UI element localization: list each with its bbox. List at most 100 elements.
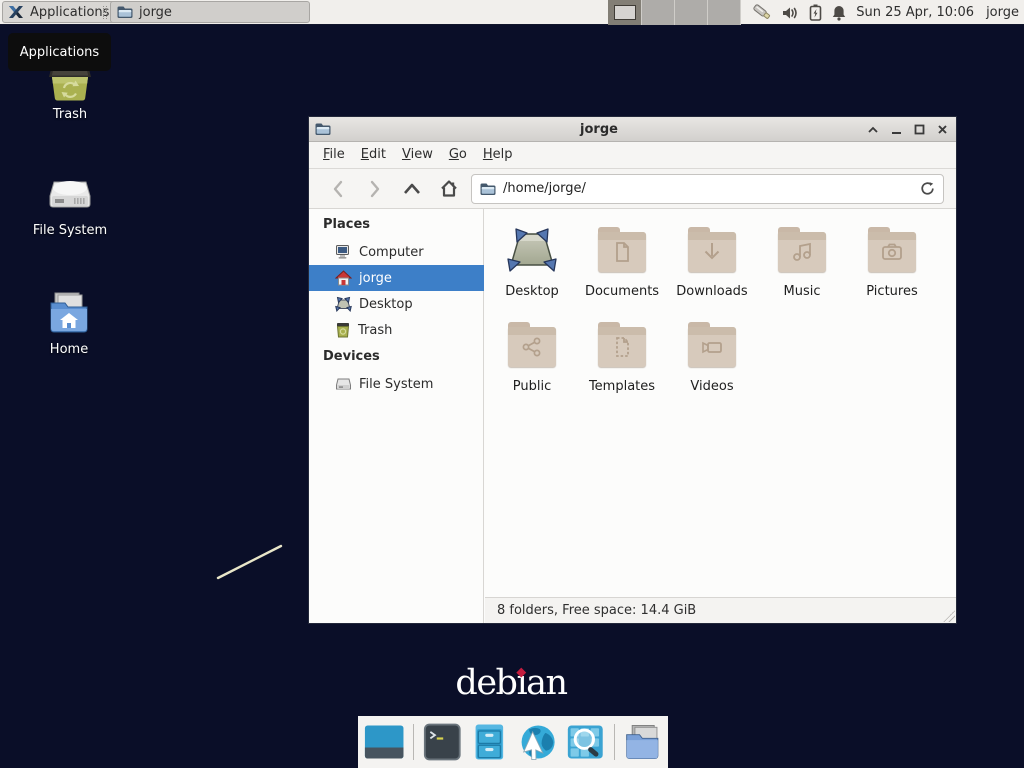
documents-emblem-icon [610, 240, 634, 264]
window-titlebar[interactable]: jorge [309, 117, 956, 142]
volume-icon[interactable] [782, 5, 800, 21]
menu-go[interactable]: Go [441, 142, 475, 168]
drive-icon [335, 376, 352, 392]
tooltip-text: Applications [20, 45, 99, 60]
menu-view[interactable]: View [394, 142, 441, 168]
path-folder-icon [480, 182, 496, 196]
toolbar: /home/jorge/ [309, 169, 956, 209]
desktop-icon-home[interactable]: Home [21, 289, 117, 357]
menu-help[interactable]: Help [475, 142, 521, 168]
statusbar: 8 folders, Free space: 14.4 GiB [485, 597, 956, 623]
file-label-public: Public [487, 379, 577, 394]
dock-separator [614, 724, 615, 760]
refresh-icon[interactable] [920, 181, 935, 196]
computer-icon [335, 244, 352, 260]
bottom-dock [358, 716, 668, 768]
desktop-icon-file-system[interactable]: File System [22, 170, 118, 238]
panel-user-label[interactable]: jorge [986, 0, 1019, 25]
workspace-2[interactable] [642, 0, 675, 25]
top-panel: Applications jorge [0, 0, 1024, 25]
file-music[interactable]: Music [757, 226, 847, 299]
public-emblem-icon [520, 335, 544, 359]
file-downloads[interactable]: Downloads [667, 226, 757, 299]
file-desktop[interactable]: Desktop [487, 226, 577, 299]
up-button[interactable] [393, 174, 430, 204]
sidebar: Places Computer jorge [309, 209, 484, 623]
sidebar-item-jorge[interactable]: jorge [309, 265, 484, 291]
applications-menu-button[interactable]: Applications [2, 1, 118, 23]
file-templates[interactable]: Templates [577, 321, 667, 394]
desktop-icon [335, 296, 352, 312]
debian-logo: debıan [411, 663, 611, 703]
minimize-button[interactable] [891, 125, 902, 135]
forward-button[interactable] [356, 174, 393, 204]
application-finder-icon[interactable] [566, 722, 605, 762]
file-grid: Desktop Documents Downloads [485, 209, 956, 597]
sidebar-item-trash[interactable]: Trash [309, 317, 484, 343]
directory-menu-icon[interactable] [623, 722, 662, 762]
file-label-documents: Documents [577, 284, 667, 299]
file-system-label: File System [22, 223, 118, 238]
dock-separator [413, 724, 414, 760]
notifications-bell-icon[interactable] [831, 4, 847, 21]
music-emblem-icon [790, 240, 814, 264]
places-header: Places [323, 213, 370, 237]
file-label-templates: Templates [577, 379, 667, 394]
window-title: jorge [309, 122, 889, 137]
workspace-3[interactable] [675, 0, 708, 25]
menu-file[interactable]: File [315, 142, 353, 168]
shade-button[interactable] [867, 125, 879, 135]
videos-emblem-icon [700, 335, 724, 359]
pictures-emblem-icon [880, 240, 904, 264]
downloads-emblem-icon [700, 240, 724, 264]
path-text[interactable]: /home/jorge/ [503, 181, 913, 196]
home-button[interactable] [430, 174, 467, 204]
file-documents[interactable]: Documents [577, 226, 667, 299]
workspace-1[interactable] [608, 0, 642, 25]
applications-menu-label: Applications [30, 5, 109, 20]
file-videos[interactable]: Videos [667, 321, 757, 394]
sidebar-item-file-system[interactable]: File System [309, 371, 484, 397]
xfce-applications-icon [7, 3, 25, 21]
taskbar-window-button[interactable]: jorge [110, 1, 310, 23]
back-button[interactable] [319, 174, 356, 204]
taskbar-window-label: jorge [139, 5, 172, 20]
file-manager-icon[interactable] [471, 722, 508, 762]
terminal-icon[interactable] [423, 722, 462, 762]
file-label-pictures: Pictures [847, 284, 937, 299]
resize-grip[interactable] [943, 610, 955, 622]
path-bar[interactable]: /home/jorge/ [471, 174, 944, 204]
menubar: File Edit View Go Help [309, 142, 956, 169]
file-pictures[interactable]: Pictures [847, 226, 937, 299]
workspace-4[interactable] [708, 0, 741, 25]
sidebar-label-file-system: File System [359, 377, 433, 392]
workspace-switcher[interactable] [608, 0, 741, 25]
panel-clock[interactable]: Sun 25 Apr, 10:06 [856, 0, 974, 25]
sidebar-label-trash: Trash [358, 323, 392, 338]
applications-tooltip: Applications [8, 33, 111, 71]
maximize-button[interactable] [914, 124, 925, 135]
close-button[interactable] [937, 124, 948, 135]
file-label-desktop: Desktop [487, 284, 577, 299]
web-browser-icon[interactable] [517, 722, 557, 762]
templates-emblem-icon [610, 335, 634, 359]
tool-tray-icon[interactable] [752, 3, 773, 22]
battery-icon[interactable] [809, 4, 822, 21]
file-public[interactable]: Public [487, 321, 577, 394]
panel-separator [103, 6, 107, 19]
file-label-videos: Videos [667, 379, 757, 394]
sidebar-label-desktop: Desktop [359, 297, 413, 312]
devices-header: Devices [323, 345, 380, 369]
file-manager-window: jorge File Edit View Go Help [308, 116, 957, 624]
sidebar-item-desktop[interactable]: Desktop [309, 291, 484, 317]
show-desktop-icon[interactable] [364, 722, 404, 762]
sidebar-label-jorge: jorge [359, 271, 392, 286]
home-folder-icon [45, 289, 93, 337]
menu-edit[interactable]: Edit [353, 142, 394, 168]
trash-small-icon [335, 322, 351, 338]
file-label-downloads: Downloads [667, 284, 757, 299]
sidebar-item-computer[interactable]: Computer [309, 239, 484, 265]
home-icon [335, 270, 352, 286]
sidebar-label-computer: Computer [359, 245, 424, 260]
trash-label: Trash [22, 107, 118, 122]
